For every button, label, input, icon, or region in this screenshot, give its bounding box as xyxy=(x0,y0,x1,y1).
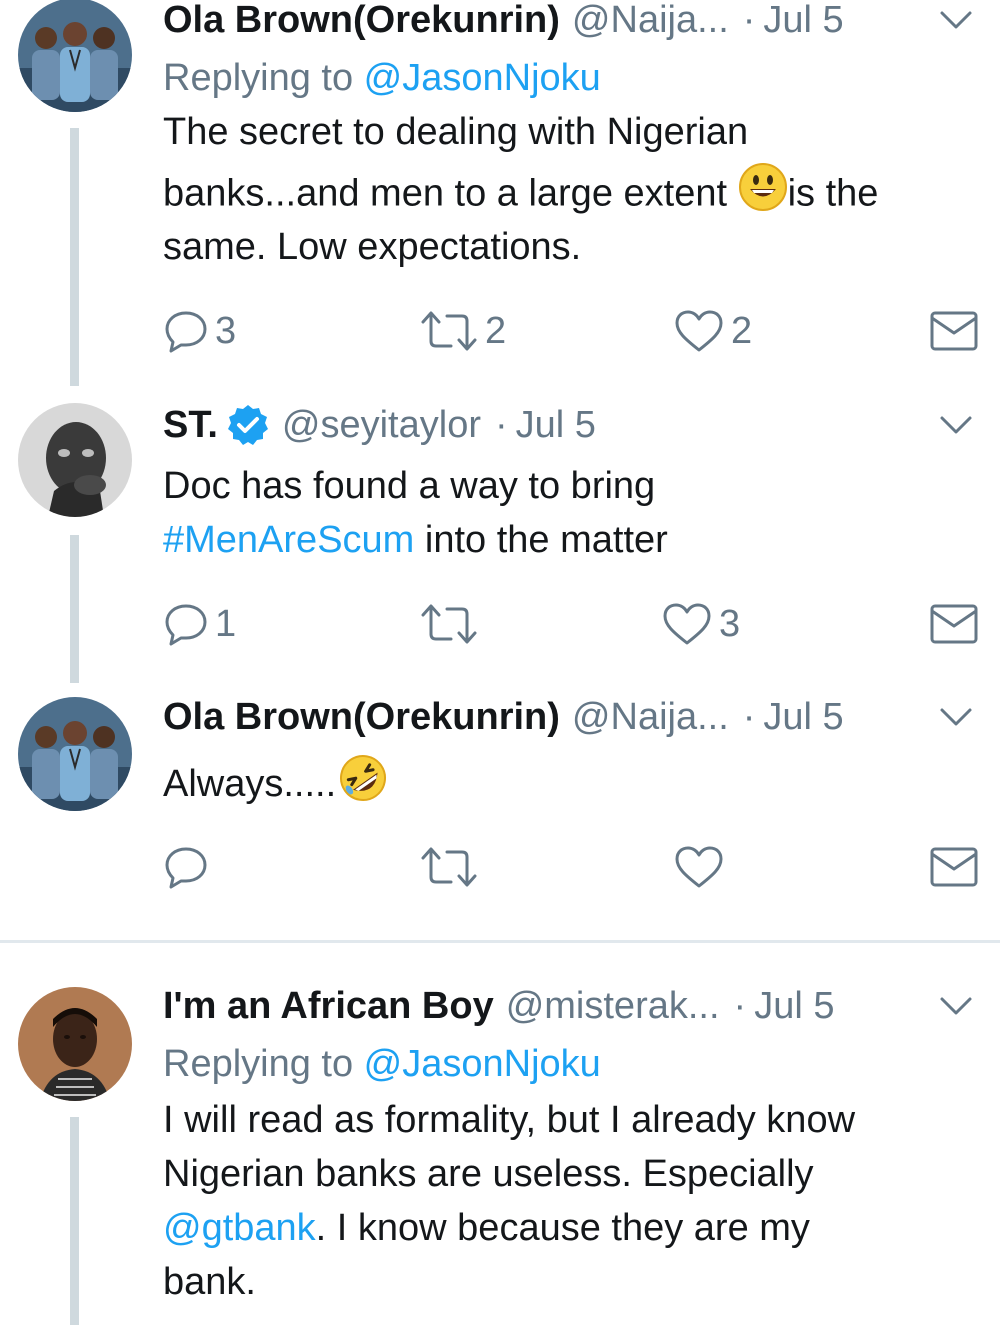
tweet-text-segment: Always..... xyxy=(163,763,337,806)
tweet-date[interactable]: Jul 5 xyxy=(763,693,843,741)
tweet-date[interactable]: Jul 5 xyxy=(516,401,596,449)
chevron-down-icon[interactable] xyxy=(936,986,976,1026)
retweet-button[interactable]: 2 xyxy=(419,301,506,361)
tweet-text: The secret to dealing with Nigerian bank… xyxy=(163,106,973,274)
tweet-3[interactable]: Ola Brown(Orekunrin) @Naija... · Jul 5 A… xyxy=(0,687,1000,940)
avatar-ola-brown[interactable] xyxy=(18,0,132,112)
reply-count: 3 xyxy=(215,309,237,352)
like-button[interactable] xyxy=(673,837,731,897)
tweet-date[interactable]: Jul 5 xyxy=(754,982,834,1030)
tweet-4[interactable]: I'm an African Boy @misterak... · Jul 5 … xyxy=(0,943,1000,1325)
retweet-icon xyxy=(419,308,479,354)
separator-dot: · xyxy=(494,404,508,446)
reply-count: 1 xyxy=(215,602,237,645)
like-count: 3 xyxy=(719,602,741,645)
chevron-down-icon[interactable] xyxy=(936,0,976,40)
envelope-icon xyxy=(929,601,979,647)
tweet-1[interactable]: Ola Brown(Orekunrin) @Naija... · Jul 5 R… xyxy=(0,0,1000,395)
replying-to: Replying to @JasonNjoku xyxy=(163,54,601,102)
retweet-button[interactable] xyxy=(419,594,485,654)
replying-to-label: Replying to xyxy=(163,57,364,99)
display-name[interactable]: Ola Brown(Orekunrin) xyxy=(163,0,560,44)
reply-button[interactable]: 3 xyxy=(163,301,236,361)
envelope-icon xyxy=(929,308,979,354)
tweet-actions: 1 3 xyxy=(163,594,983,654)
reply-button[interactable] xyxy=(163,837,215,897)
replying-to: Replying to @JasonNjoku xyxy=(163,1040,601,1088)
hashtag-link[interactable]: #MenAreScum xyxy=(163,519,414,561)
thread-line xyxy=(70,1117,79,1325)
tweet-text: Doc has found a way to bring #MenAreScum… xyxy=(163,459,973,567)
tweet-header: Ola Brown(Orekunrin) @Naija... · Jul 5 xyxy=(163,693,930,741)
tweet-actions xyxy=(163,837,983,897)
tweet-text-line: same. Low expectations. xyxy=(163,226,582,268)
separator-dot: · xyxy=(742,696,756,738)
verified-badge-icon xyxy=(226,403,270,447)
tweet-text-line: The secret to dealing with Nigerian xyxy=(163,111,749,153)
heart-icon xyxy=(673,844,725,890)
reply-button[interactable]: 1 xyxy=(163,594,236,654)
user-handle[interactable]: @misterak... xyxy=(506,982,720,1030)
tweet-header: Ola Brown(Orekunrin) @Naija... · Jul 5 xyxy=(163,0,930,44)
tweet-header: ST. @seyitaylor · Jul 5 xyxy=(163,401,930,449)
reply-icon xyxy=(163,601,209,647)
replying-to-link[interactable]: @JasonNjoku xyxy=(364,1043,601,1085)
tweet-text-line: Always..... xyxy=(163,753,973,809)
tweet-text-line: #MenAreScum into the matter xyxy=(163,513,973,567)
tweet-text-segment: is the xyxy=(787,172,879,215)
tweet-text-line: Nigerian banks are useless. Especially xyxy=(163,1153,814,1195)
thread-line xyxy=(70,128,79,386)
retweet-count: 2 xyxy=(485,309,507,352)
avatar-seyitaylor[interactable] xyxy=(18,403,132,517)
avatar-misterak[interactable] xyxy=(18,987,132,1101)
tweet-text-segment: into the matter xyxy=(414,519,668,561)
avatar-ola-brown[interactable] xyxy=(18,697,132,811)
direct-message-button[interactable] xyxy=(929,594,979,654)
tweet-actions: 3 2 2 xyxy=(163,301,983,361)
like-button[interactable]: 2 xyxy=(673,301,752,361)
retweet-icon xyxy=(419,601,479,647)
like-button[interactable]: 3 xyxy=(661,594,740,654)
heart-icon xyxy=(673,308,725,354)
tweet-text-line: I will read as formality, but I already … xyxy=(163,1099,856,1141)
tweet-text: I will read as formality, but I already … xyxy=(163,1093,973,1309)
like-count: 2 xyxy=(731,309,753,352)
thread-line xyxy=(70,535,79,683)
display-name[interactable]: ST. xyxy=(163,401,218,449)
display-name[interactable]: Ola Brown(Orekunrin) xyxy=(163,693,560,741)
user-handle[interactable]: @Naija... xyxy=(572,693,729,741)
rolling-laughing-emoji-icon xyxy=(336,753,390,819)
chevron-down-icon[interactable] xyxy=(936,405,976,445)
direct-message-button[interactable] xyxy=(929,837,979,897)
display-name[interactable]: I'm an African Boy xyxy=(163,982,494,1030)
tweet-text-line: banks...and men to a large extent is the xyxy=(163,162,973,220)
tweet-text: Always..... xyxy=(163,753,973,809)
retweet-button[interactable] xyxy=(419,837,485,897)
smiling-face-emoji-icon xyxy=(738,162,788,229)
tweet-date[interactable]: Jul 5 xyxy=(763,0,843,44)
tweet-text-line: bank. xyxy=(163,1261,256,1303)
envelope-icon xyxy=(929,844,979,890)
tweet-header: I'm an African Boy @misterak... · Jul 5 xyxy=(163,982,930,1030)
replying-to-label: Replying to xyxy=(163,1043,364,1085)
user-handle[interactable]: @Naija... xyxy=(572,0,729,44)
retweet-icon xyxy=(419,844,479,890)
chevron-down-icon[interactable] xyxy=(936,697,976,737)
reply-icon xyxy=(163,844,209,890)
mention-link[interactable]: @gtbank xyxy=(163,1207,316,1249)
replying-to-link[interactable]: @JasonNjoku xyxy=(364,57,601,99)
tweet-text-segment: . I know because they are my xyxy=(315,1207,810,1249)
user-handle[interactable]: @seyitaylor xyxy=(282,401,481,449)
separator-dot: · xyxy=(742,0,756,41)
separator-dot: · xyxy=(733,985,747,1027)
tweet-text-line: @gtbank. I know because they are my xyxy=(163,1201,973,1255)
tweet-2[interactable]: ST. @seyitaylor · Jul 5 Doc has found a … xyxy=(0,395,1000,687)
tweet-text-segment: banks...and men to a large extent xyxy=(163,172,738,215)
heart-icon xyxy=(661,601,713,647)
tweet-text-line: Doc has found a way to bring xyxy=(163,465,656,507)
direct-message-button[interactable] xyxy=(929,301,979,361)
reply-icon xyxy=(163,308,209,354)
